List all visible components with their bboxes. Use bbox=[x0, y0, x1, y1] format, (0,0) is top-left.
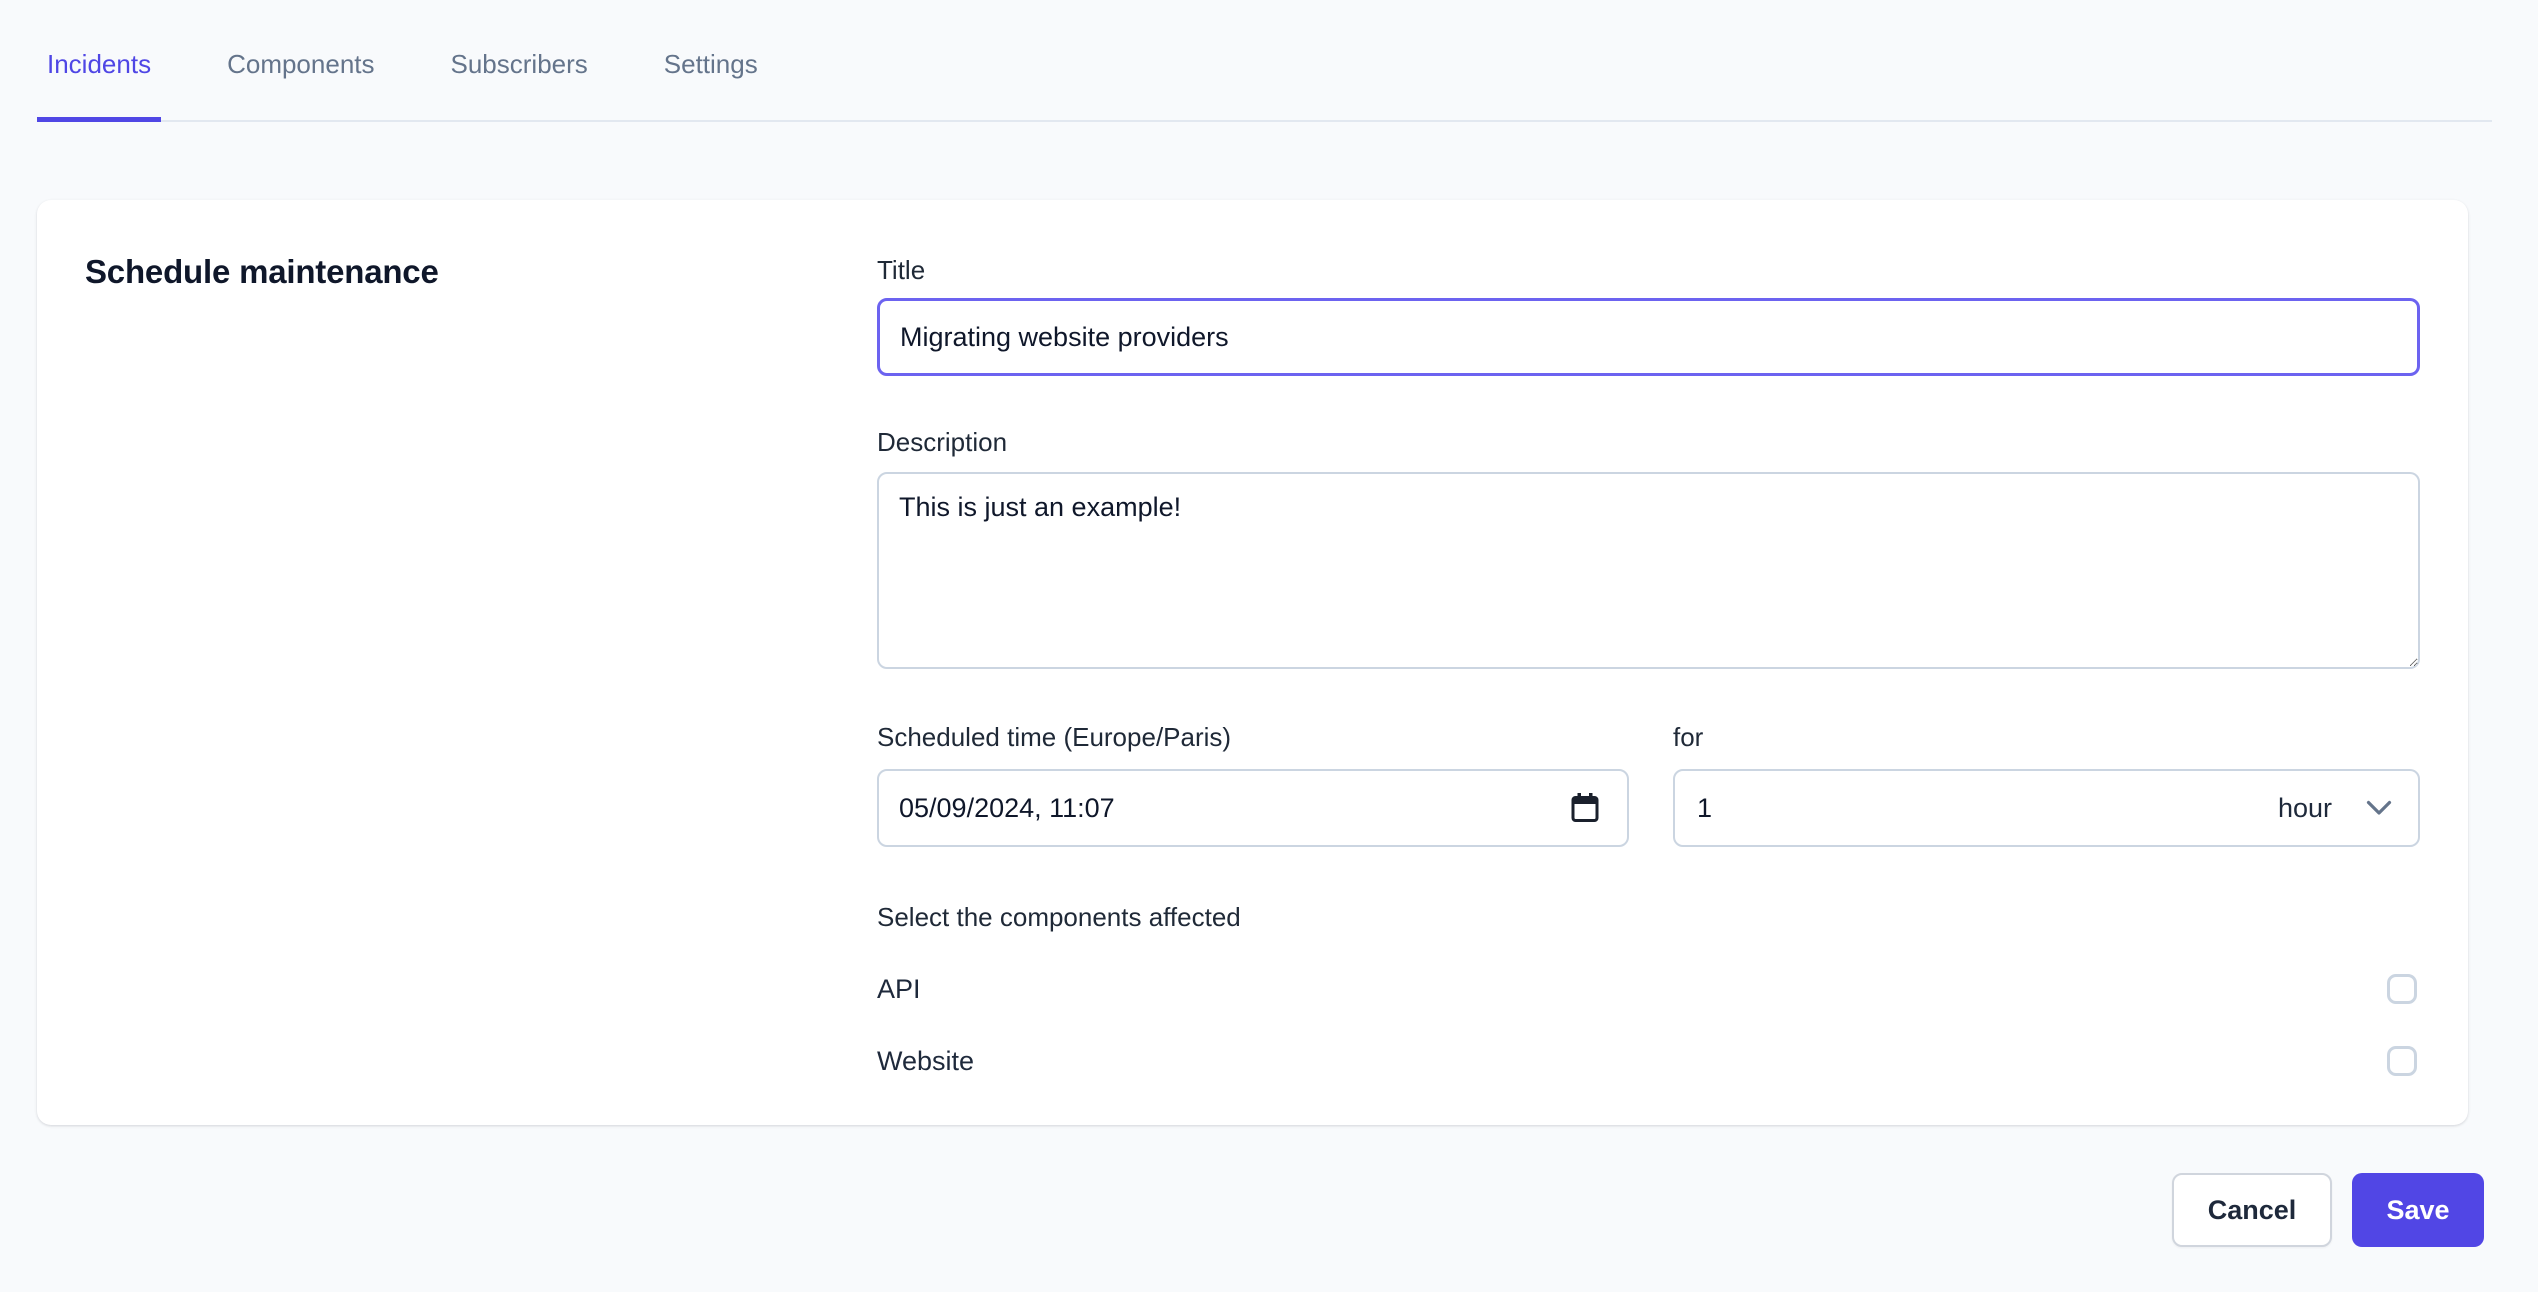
chevron-down-icon bbox=[2366, 800, 2392, 816]
title-input[interactable] bbox=[877, 298, 2420, 376]
save-button[interactable]: Save bbox=[2352, 1173, 2484, 1247]
component-row-api: API bbox=[877, 973, 2420, 1005]
description-label: Description bbox=[877, 426, 2420, 458]
scheduled-time-label: Scheduled time (Europe/Paris) bbox=[877, 721, 1629, 753]
cancel-button[interactable]: Cancel bbox=[2172, 1173, 2332, 1247]
component-name-website: Website bbox=[877, 1045, 974, 1077]
duration-unit-select[interactable]: hour bbox=[2278, 793, 2392, 824]
main-content: Schedule maintenance Title Description T… bbox=[0, 200, 2538, 1247]
duration-label: for bbox=[1673, 721, 2420, 753]
tab-subscribers[interactable]: Subscribers bbox=[441, 48, 598, 120]
scheduled-time-field: Scheduled time (Europe/Paris) bbox=[877, 721, 1629, 847]
tab-bar: Incidents Components Subscribers Setting… bbox=[37, 0, 2492, 122]
schedule-maintenance-card: Schedule maintenance Title Description T… bbox=[37, 200, 2468, 1125]
components-section-label: Select the components affected bbox=[877, 901, 2420, 933]
component-row-website: Website bbox=[877, 1045, 2420, 1077]
page-title: Schedule maintenance bbox=[85, 252, 877, 292]
title-label: Title bbox=[877, 254, 2420, 286]
component-checkbox-api[interactable] bbox=[2387, 974, 2417, 1004]
component-name-api: API bbox=[877, 973, 921, 1005]
duration-unit-value: hour bbox=[2278, 793, 2332, 824]
schedule-row: Scheduled time (Europe/Paris) for bbox=[877, 721, 2420, 847]
scheduled-time-input[interactable] bbox=[877, 769, 1629, 847]
tab-settings[interactable]: Settings bbox=[654, 48, 768, 120]
maintenance-form: Title Description This is just an exampl… bbox=[877, 248, 2420, 1077]
component-checkbox-website[interactable] bbox=[2387, 1046, 2417, 1076]
tab-components[interactable]: Components bbox=[217, 48, 384, 120]
scheduled-time-input-wrap bbox=[877, 769, 1629, 847]
duration-field: for hour bbox=[1673, 721, 2420, 847]
duration-value-input[interactable] bbox=[1695, 792, 2278, 825]
form-actions: Cancel Save bbox=[0, 1173, 2484, 1247]
tab-incidents[interactable]: Incidents bbox=[37, 48, 161, 122]
duration-group: hour bbox=[1673, 769, 2420, 847]
description-textarea[interactable]: This is just an example! bbox=[877, 472, 2420, 669]
card-left-column: Schedule maintenance bbox=[85, 248, 877, 1077]
